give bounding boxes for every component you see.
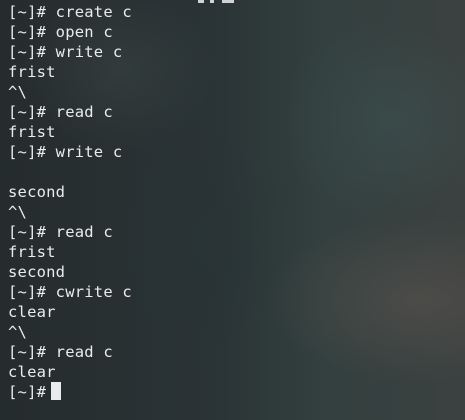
terminal-line: frist: [8, 123, 56, 141]
terminal-line: ^\: [8, 83, 28, 101]
terminal-line: [~]# read c: [8, 223, 113, 241]
terminal-line: [~]# read c: [8, 103, 113, 121]
terminal-line: clear: [8, 363, 56, 381]
terminal-line: [~]# read c: [8, 343, 113, 361]
terminal-line: [~]# create c: [8, 3, 132, 21]
terminal-line: ^\: [8, 323, 28, 341]
terminal-line: second: [8, 183, 66, 201]
terminal-window[interactable]: [~]# create c [~]# open c [~]# write c f…: [8, 2, 458, 414]
terminal-prompt-line[interactable]: [~]#: [8, 382, 458, 402]
terminal-line: second: [8, 263, 66, 281]
terminal-line: [~]# write c: [8, 43, 123, 61]
terminal-prompt: [~]#: [8, 383, 47, 401]
terminal-line: [~]# open c: [8, 23, 113, 41]
terminal-line: ^\: [8, 203, 28, 221]
block-cursor-icon[interactable]: [51, 382, 62, 400]
terminal-line: frist: [8, 63, 56, 81]
terminal-line: frist: [8, 243, 56, 261]
terminal-line: clear: [8, 303, 56, 321]
terminal-line: [~]# cwrite c: [8, 283, 132, 301]
terminal-line: [~]# write c: [8, 143, 123, 161]
